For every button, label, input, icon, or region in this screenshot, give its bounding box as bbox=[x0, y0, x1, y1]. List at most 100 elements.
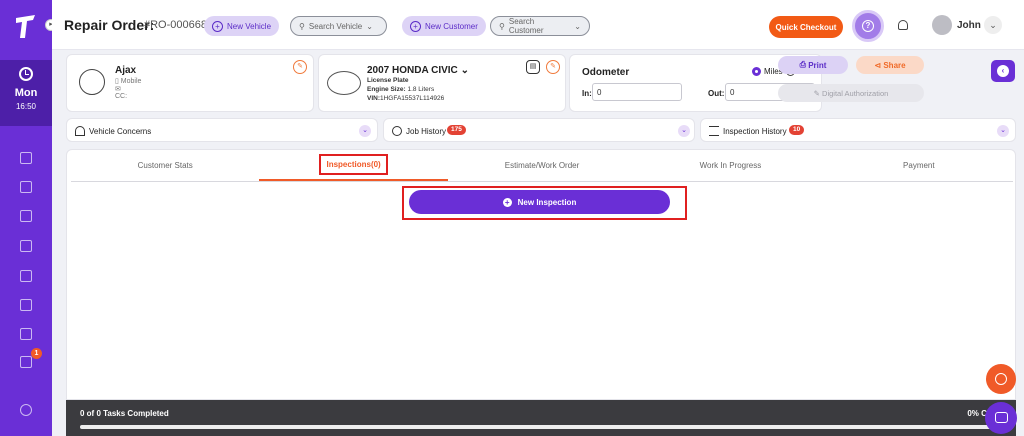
digital-authorization-button[interactable]: ✎ Digital Authorization bbox=[778, 84, 924, 102]
radio-selected-icon bbox=[752, 67, 761, 76]
chevron-down-icon: ⌄ bbox=[574, 21, 581, 31]
chevron-down-icon: ⌄ bbox=[366, 21, 373, 31]
board-icon[interactable] bbox=[20, 210, 32, 222]
chevron-down-icon: ⌄ bbox=[997, 125, 1009, 137]
search-icon: ⚲ bbox=[299, 21, 305, 31]
search-customer-label: Search Customer bbox=[508, 17, 544, 35]
avatar[interactable] bbox=[932, 15, 952, 35]
calendar-icon[interactable] bbox=[20, 181, 32, 193]
invoice-icon[interactable] bbox=[20, 299, 32, 311]
brand-logo[interactable] bbox=[13, 12, 39, 40]
plus-icon: + bbox=[410, 20, 421, 32]
chat-bubble-icon bbox=[994, 412, 1008, 423]
tasks-footer: 0 of 0 Tasks Completed 0% Compl bbox=[66, 400, 1016, 436]
chat-support-button[interactable] bbox=[985, 402, 1017, 434]
new-customer-label: New Customer bbox=[425, 21, 478, 31]
chevron-down-icon: ⌄ bbox=[460, 65, 469, 76]
new-vehicle-button[interactable]: + New Vehicle bbox=[204, 16, 280, 36]
settings-icon[interactable] bbox=[20, 404, 32, 416]
search-vehicle-dropdown[interactable]: ⚲ Search Vehicle ⌄ bbox=[290, 16, 387, 36]
top-bar: Repair Order: #RO-000668 + New Vehicle ⚲… bbox=[52, 0, 1024, 50]
odometer-title: Odometer bbox=[582, 67, 630, 78]
edit-vehicle-icon[interactable]: ✎ bbox=[546, 60, 560, 74]
tab-payment[interactable]: Payment bbox=[825, 150, 1013, 181]
history-icon bbox=[392, 126, 402, 136]
mail-icon: ✉ bbox=[115, 86, 121, 93]
gauge-icon bbox=[75, 126, 85, 136]
print-button[interactable]: ⎙ Print bbox=[778, 56, 848, 74]
chat-icon[interactable] bbox=[20, 356, 32, 368]
signature-icon: ✎ bbox=[813, 88, 823, 98]
dashboard-icon[interactable] bbox=[20, 152, 32, 164]
job-history-accordion[interactable]: Job History 175 ⌄ bbox=[383, 118, 695, 142]
tab-inspections-label: Inspections(0) bbox=[319, 154, 388, 175]
bell-icon[interactable] bbox=[898, 20, 908, 30]
edit-customer-icon[interactable]: ✎ bbox=[293, 60, 307, 74]
new-customer-button[interactable]: + New Customer bbox=[402, 16, 486, 36]
megaphone-icon[interactable] bbox=[20, 328, 32, 340]
date-time: 16:50 bbox=[15, 102, 37, 111]
new-inspection-button[interactable]: + New Inspection bbox=[409, 190, 670, 214]
customer-cc: CC: bbox=[115, 93, 128, 100]
page-title: Repair Order: bbox=[64, 17, 155, 33]
tab-work-in-progress[interactable]: Work In Progress bbox=[636, 150, 824, 181]
list-icon bbox=[709, 126, 719, 136]
chevron-left-icon: ‹ bbox=[997, 65, 1009, 77]
printer-icon: ⎙ bbox=[799, 60, 809, 69]
vehicle-vin: VIN:1HGFA15537L114926 bbox=[367, 95, 445, 102]
job-history-count-badge: 175 bbox=[447, 125, 466, 135]
share-button[interactable]: ⊲ Share bbox=[856, 56, 924, 74]
chevron-down-icon: ⌄ bbox=[359, 125, 371, 137]
tab-inspections[interactable]: Inspections(0) bbox=[259, 150, 448, 181]
car-icon bbox=[327, 71, 361, 95]
job-history-label: Job History bbox=[406, 127, 447, 136]
tab-bar: Customer Stats Inspections(0) Estimate/W… bbox=[71, 150, 1013, 182]
date-day: Mon bbox=[14, 87, 38, 99]
side-panel-toggle[interactable]: ‹ bbox=[991, 60, 1015, 82]
document-icon[interactable] bbox=[20, 240, 32, 252]
search-customer-dropdown[interactable]: ⚲ Search Customer ⌄ bbox=[490, 16, 590, 36]
plus-icon: + bbox=[212, 20, 223, 32]
vehicle-plate: License Plate bbox=[367, 77, 409, 84]
quick-checkout-button[interactable]: Quick Checkout bbox=[769, 16, 843, 38]
message-icon bbox=[995, 373, 1007, 385]
chevron-down-icon: ⌄ bbox=[678, 125, 690, 137]
odometer-in-input[interactable]: 0 bbox=[592, 83, 682, 101]
ro-number: #RO-000668 bbox=[144, 19, 207, 31]
user-menu-chevron-icon[interactable]: ⌄ bbox=[984, 16, 1002, 34]
odometer-in-label: In: bbox=[582, 89, 592, 98]
clock-icon bbox=[19, 67, 33, 81]
vehicle-concerns-label: Vehicle Concerns bbox=[89, 127, 152, 136]
sidebar: Mon 16:50 1 bbox=[0, 0, 52, 436]
help-button[interactable]: ? bbox=[852, 10, 884, 42]
odometer-out-label: Out: bbox=[708, 89, 725, 98]
vehicle-name-dropdown[interactable]: 2007 HONDA CIVIC ⌄ bbox=[367, 65, 469, 76]
plus-icon: + bbox=[502, 197, 512, 207]
main-panel: Customer Stats Inspections(0) Estimate/W… bbox=[66, 149, 1016, 400]
vehicle-engine: Engine Size: 1.8 Liters bbox=[367, 86, 435, 93]
vehicle-card: 2007 HONDA CIVIC ⌄ License Plate Engine … bbox=[318, 54, 566, 112]
search-icon: ⚲ bbox=[499, 21, 505, 31]
tab-estimate-work-order[interactable]: Estimate/Work Order bbox=[448, 150, 636, 181]
bag-icon[interactable] bbox=[20, 270, 32, 282]
task-progress-bar bbox=[80, 425, 1002, 429]
share-icon: ⊲ bbox=[874, 60, 884, 70]
inspection-history-count-badge: 10 bbox=[789, 125, 805, 135]
customer-avatar-icon bbox=[79, 69, 105, 95]
vehicle-report-icon[interactable]: ▤ bbox=[526, 60, 540, 74]
inspection-history-accordion[interactable]: Inspection History 10 ⌄ bbox=[700, 118, 1016, 142]
tab-customer-stats[interactable]: Customer Stats bbox=[71, 150, 259, 181]
search-vehicle-label: Search Vehicle bbox=[308, 21, 363, 31]
question-icon: ? bbox=[862, 20, 874, 32]
user-name[interactable]: John bbox=[957, 20, 981, 31]
tasks-completed: 0 of 0 Tasks Completed bbox=[80, 409, 169, 418]
customer-name: Ajax bbox=[115, 65, 137, 76]
customer-card: Ajax ▯ Mobile ✉ CC: ✎ bbox=[66, 54, 314, 112]
inspection-history-label: Inspection History bbox=[723, 127, 787, 136]
new-inspection-label: New Inspection bbox=[517, 197, 577, 207]
chat-badge: 1 bbox=[31, 348, 42, 359]
new-vehicle-label: New Vehicle bbox=[227, 21, 272, 31]
date-widget[interactable]: Mon 16:50 bbox=[0, 60, 52, 126]
feedback-button[interactable] bbox=[986, 364, 1016, 394]
vehicle-concerns-accordion[interactable]: Vehicle Concerns ⌄ bbox=[66, 118, 378, 142]
